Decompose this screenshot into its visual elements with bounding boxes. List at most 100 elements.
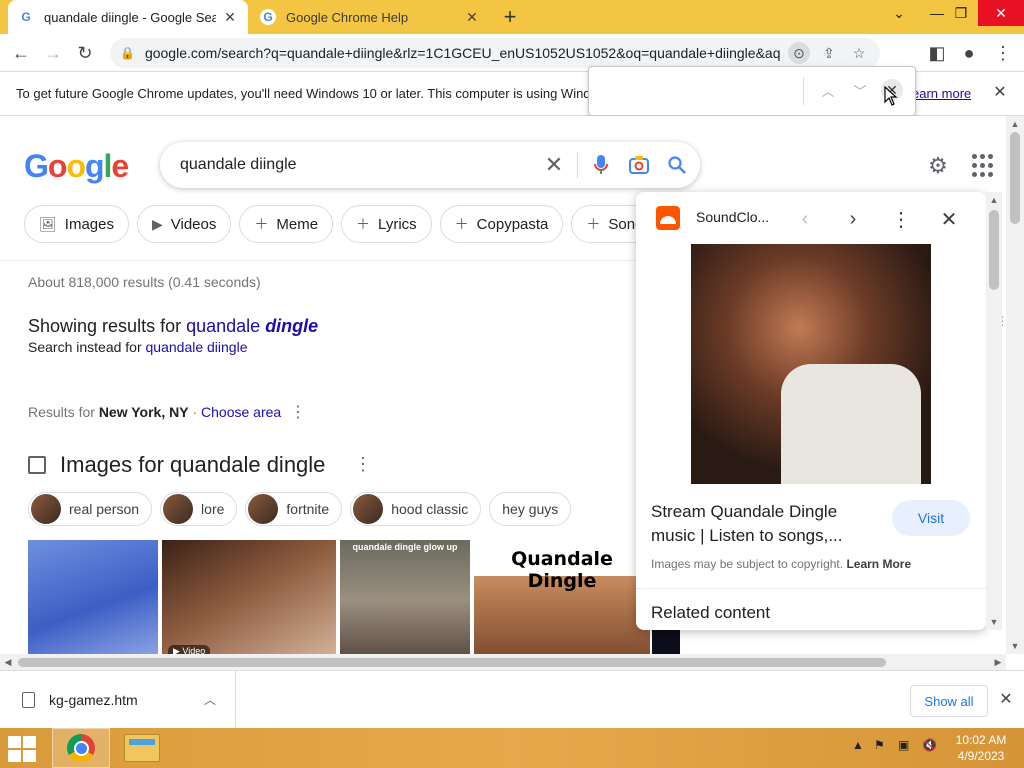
preview-title[interactable]: Stream Quandale Dingle music | Listen to… — [651, 500, 881, 548]
find-next-icon[interactable]: ﹀ — [849, 79, 871, 101]
close-tab-icon[interactable]: ✕ — [222, 9, 238, 25]
panel-scroll-thumb[interactable] — [989, 210, 999, 290]
image-result[interactable]: Quandale Dingle — [474, 540, 650, 654]
video-icon: ▶ — [151, 215, 163, 232]
refine-chip-lore[interactable]: lore — [160, 492, 238, 526]
page-vertical-scrollbar[interactable]: ▲ ▼ — [1006, 116, 1024, 654]
google-apps-icon[interactable] — [972, 154, 996, 178]
panel-previous-icon[interactable]: ‹ — [792, 206, 818, 232]
panel-source[interactable]: SoundClo... — [696, 209, 769, 225]
side-panel-icon[interactable]: ◧ — [924, 40, 950, 66]
settings-gear-icon[interactable]: ⚙ — [924, 152, 952, 180]
search-input[interactable]: quandale diingle — [180, 156, 539, 174]
refine-chip-fortnite[interactable]: fortnite — [245, 492, 343, 526]
tab-title: Google Chrome Help — [286, 9, 409, 25]
tab-google-search[interactable]: G quandale diingle - Google Search ✕ — [8, 0, 248, 34]
infobar-close-icon[interactable]: ✕ — [990, 82, 1010, 102]
refine-chip-hood-classic[interactable]: hood classic — [350, 492, 482, 526]
preview-image[interactable] — [691, 244, 931, 484]
image-refine-chips: real person lore fortnite hood classic h… — [28, 492, 572, 526]
chip-videos[interactable]: ▶ Videos — [136, 205, 232, 243]
chip-lyrics[interactable]: ＋ Lyrics — [341, 205, 432, 243]
page-horizontal-scrollbar[interactable]: ◀ ▶ — [0, 654, 1006, 670]
image-preview-panel: SoundClo... ‹ › ⋮ ✕ Stream Quandale Ding… — [636, 192, 986, 630]
lens-icon[interactable]: ⊙ — [788, 42, 810, 64]
download-filename: kg-gamez.htm — [49, 692, 138, 708]
address-bar[interactable]: 🔒 google.com/search?q=quandale+diingle&r… — [110, 38, 880, 68]
profile-avatar-icon[interactable]: ● — [956, 40, 982, 66]
panel-next-icon[interactable]: › — [840, 206, 866, 232]
tab-search-chevron-icon[interactable]: ⌄ — [882, 0, 916, 26]
location-city: New York, NY — [98, 404, 189, 420]
chip-meme[interactable]: ＋ Meme — [239, 205, 334, 243]
windows-start-icon[interactable] — [8, 736, 38, 762]
download-bar-close-icon[interactable]: ✕ — [996, 689, 1016, 709]
image-result[interactable] — [28, 540, 158, 654]
panel-scrollbar[interactable]: ▲ ▼ — [986, 192, 1002, 630]
related-content-heading: Related content — [651, 603, 771, 622]
url-text[interactable]: google.com/search?q=quandale+diingle&rlz… — [145, 45, 780, 61]
refine-chip-real-person[interactable]: real person — [28, 492, 153, 526]
search-icon[interactable] — [662, 150, 692, 180]
lock-icon[interactable]: 🔒 — [120, 46, 135, 60]
panel-more-options-icon[interactable]: ⋮ — [888, 206, 914, 232]
chip-images[interactable]: 🖼 Images — [24, 205, 129, 243]
location-more-options-icon[interactable]: ⋮ — [290, 402, 306, 422]
clear-search-icon[interactable]: ✕ — [539, 150, 569, 180]
images-more-options-icon[interactable]: ⋮ — [354, 454, 372, 475]
visit-button[interactable]: Visit — [892, 500, 970, 536]
bookmark-star-icon[interactable]: ☆ — [848, 42, 870, 64]
action-center-flag-icon[interactable]: ⚑ — [874, 738, 885, 752]
show-all-button[interactable]: Show all — [910, 685, 988, 717]
chip-copypasta[interactable]: ＋ Copypasta — [439, 205, 564, 243]
find-previous-icon[interactable]: ︿ — [817, 79, 839, 101]
panel-scroll-up-icon[interactable]: ▲ — [986, 192, 1002, 208]
copyright-learn-more-link[interactable]: Learn More — [846, 557, 911, 571]
infobar-learn-more-link[interactable]: earn more — [912, 86, 971, 101]
choose-area-link[interactable]: Choose area — [201, 404, 281, 420]
restore-button[interactable]: ❐ — [944, 0, 978, 26]
scroll-up-icon[interactable]: ▲ — [1006, 116, 1024, 132]
camera-search-icon[interactable] — [624, 150, 654, 180]
horizontal-scroll-thumb[interactable] — [18, 658, 886, 667]
chevron-up-icon[interactable]: ︿ — [204, 691, 216, 708]
window-close-button[interactable]: ✕ — [978, 0, 1024, 26]
search-box[interactable]: quandale diingle ✕ — [160, 142, 700, 188]
google-logo[interactable]: Google — [24, 148, 129, 185]
google-favicon-icon: G — [18, 9, 34, 25]
images-section-heading: Images for quandale dingle — [28, 452, 325, 478]
image-result[interactable]: quandale dingle glow up — [340, 540, 470, 654]
forward-button[interactable]: → — [40, 40, 66, 66]
taskbar-chrome-button[interactable] — [52, 728, 110, 768]
corrected-query-link[interactable]: quandale dingle — [186, 316, 318, 336]
clock-date: 4/9/2023 — [957, 749, 1005, 763]
file-explorer-icon[interactable] — [124, 734, 160, 762]
close-tab-icon[interactable]: ✕ — [464, 9, 480, 25]
vertical-scroll-thumb[interactable] — [1010, 132, 1020, 224]
scroll-down-icon[interactable]: ▼ — [1006, 638, 1024, 654]
original-query-link[interactable]: quandale diingle — [146, 339, 248, 355]
scroll-right-icon[interactable]: ▶ — [990, 654, 1006, 670]
copyright-note: Images may be subject to copyright. Lear… — [651, 557, 911, 571]
mouse-cursor-icon — [884, 86, 898, 106]
scroll-left-icon[interactable]: ◀ — [0, 654, 16, 670]
system-clock[interactable]: 10:02 AM 4/9/2023 — [950, 732, 1012, 764]
volume-muted-icon[interactable]: 🔇 — [922, 738, 937, 752]
back-button[interactable]: ← — [8, 40, 34, 66]
showing-prefix: Showing results for — [28, 316, 182, 336]
tray-expand-icon[interactable]: ▲ — [852, 738, 864, 752]
tab-chrome-help[interactable]: G Google Chrome Help ✕ — [250, 0, 490, 34]
panel-scroll-down-icon[interactable]: ▼ — [986, 614, 1002, 630]
download-item[interactable]: kg-gamez.htm ︿ — [0, 671, 236, 729]
network-icon[interactable]: ▣ — [898, 738, 909, 752]
share-icon[interactable]: ⇪ — [818, 42, 840, 64]
chrome-menu-icon[interactable]: ⋮ — [990, 40, 1016, 66]
panel-close-icon[interactable]: ✕ — [936, 206, 962, 232]
chip-label: real person — [69, 501, 140, 517]
image-result[interactable]: ▶ Video — [162, 540, 336, 654]
new-tab-button[interactable]: + — [498, 4, 522, 29]
reload-button[interactable]: ↻ — [72, 40, 98, 66]
image-icon: 🖼 — [39, 215, 57, 232]
refine-chip-hey-guys[interactable]: hey guys — [489, 492, 572, 526]
voice-search-icon[interactable] — [586, 150, 616, 180]
